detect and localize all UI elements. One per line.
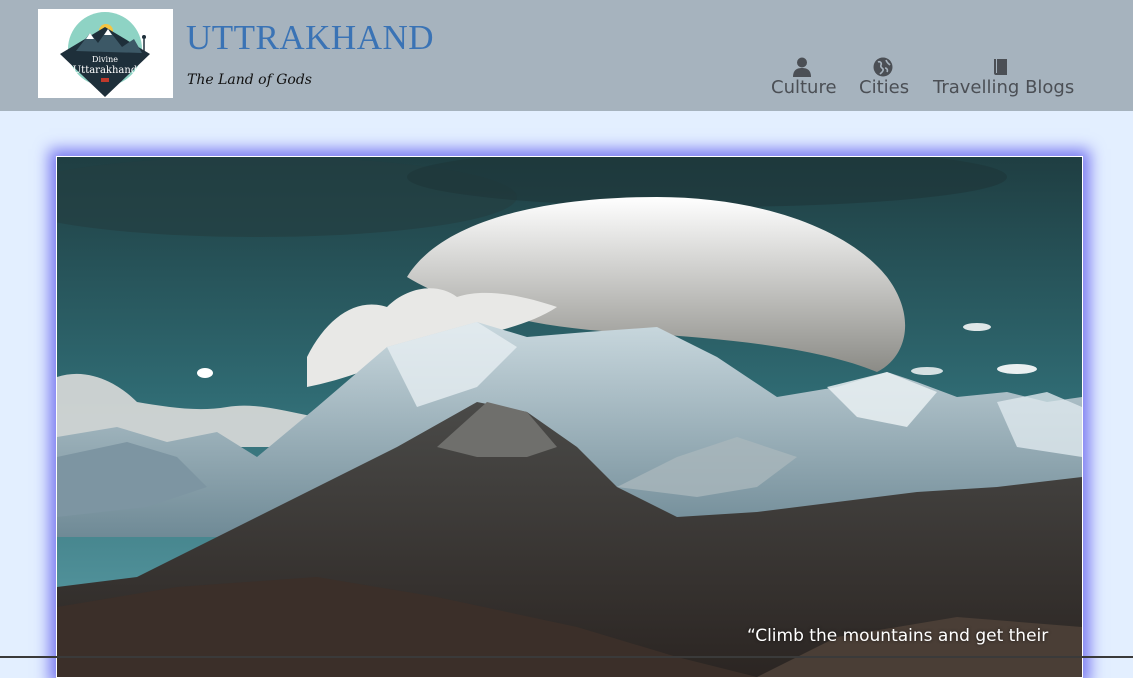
main-nav: Culture Cities Travelling Blogs bbox=[0, 56, 1133, 102]
hero-quote: “Climb the mountains and get their bbox=[747, 626, 1049, 646]
mountain-landscape-image bbox=[57, 157, 1082, 677]
nav-item-label: Culture bbox=[771, 77, 837, 98]
nav-item-travelling-blogs[interactable]: Travelling Blogs bbox=[933, 56, 1075, 99]
nav-item-cities[interactable]: Cities bbox=[859, 56, 910, 99]
book-icon bbox=[994, 59, 1007, 75]
hero-image-frame: “Climb the mountains and get their bbox=[56, 156, 1083, 678]
site-title: UTTRAKHAND bbox=[186, 18, 435, 57]
nav-item-culture[interactable]: Culture bbox=[771, 56, 837, 99]
site-header: Divine Uttarakhand UTTRAKHAND The Land o… bbox=[0, 0, 1133, 111]
globe-icon bbox=[873, 57, 893, 77]
nav-item-label: Travelling Blogs bbox=[933, 77, 1075, 98]
person-icon bbox=[793, 57, 811, 77]
nav-item-label: Cities bbox=[859, 77, 910, 98]
